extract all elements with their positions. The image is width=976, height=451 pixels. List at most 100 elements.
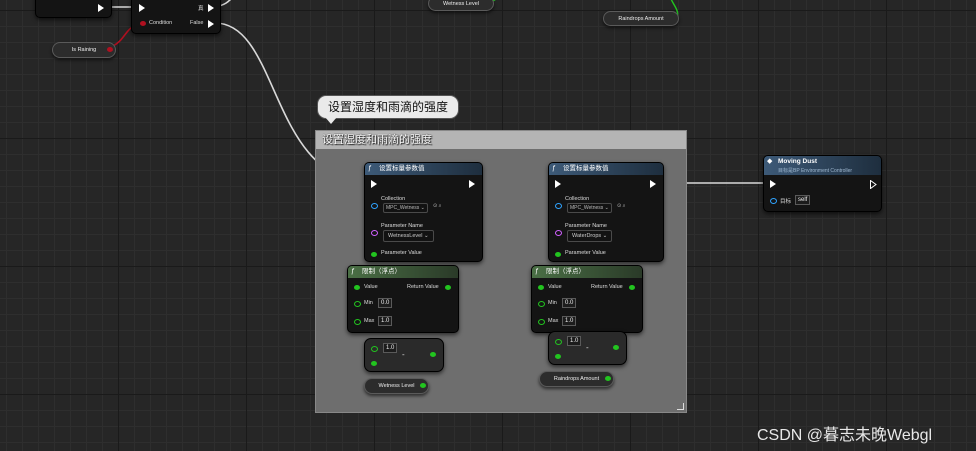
clamp1-return-pin[interactable] [445, 285, 451, 290]
function-icon: ƒ [535, 268, 539, 275]
raindrops-amount-label-top: Raindrops Amount [618, 16, 664, 22]
clamp1-return-label: Return Value [407, 284, 439, 290]
set1-param-name-value: WetnessLevel [388, 233, 423, 239]
wetness-level-pin[interactable] [420, 383, 426, 388]
false-label: False [190, 20, 204, 26]
comment-title[interactable]: 设置湿度和雨滴的强度 [316, 131, 686, 149]
set1-collection-browse-icon[interactable]: ⊙ ⌕ [433, 203, 441, 209]
is-raining-getter[interactable]: Is Raining [52, 42, 116, 58]
clamp2-max-label: Max [548, 318, 559, 324]
moving-dust-target-input[interactable]: self [795, 195, 811, 205]
set2-collection-value: MPC_Wetness [570, 205, 604, 211]
clamp1-min-input[interactable]: 0.0 [378, 298, 393, 308]
subtract2-a-input[interactable]: 1.0 [567, 336, 582, 346]
set1-collection-pin[interactable] [371, 203, 378, 209]
clamp1-value-pin[interactable] [354, 285, 360, 290]
clamp2-min-input[interactable]: 0.0 [562, 298, 577, 308]
clamp2-max-pin[interactable] [538, 319, 545, 325]
set-scalar-param-header-2: ƒ 设置标量参数值 [549, 163, 663, 175]
moving-dust-exec-out-pin[interactable] [870, 180, 877, 189]
set2-exec-in-pin[interactable] [555, 180, 561, 188]
subtract1-a-pin[interactable] [371, 346, 378, 352]
set1-param-value-pin[interactable] [371, 252, 377, 257]
raindrops-amount-pin[interactable] [605, 376, 611, 381]
branch-exec-in-pin[interactable] [139, 4, 145, 12]
clamp2-max-input[interactable]: 1.0 [562, 316, 577, 326]
raindrops-amount-getter-top[interactable]: Raindrops Amount [603, 11, 679, 26]
set-scalar-param-node-2[interactable]: ƒ 设置标量参数值 Collection MPC_Wetness ⌄ ⊙ ⌕ P… [548, 162, 664, 262]
subtract-node-2[interactable]: 1.0 - [548, 331, 627, 365]
set2-exec-out-pin[interactable] [650, 180, 656, 188]
set1-param-name-label: Parameter Name [381, 223, 423, 229]
set1-collection-select[interactable]: MPC_Wetness ⌄ [383, 203, 428, 213]
subtract1-out-pin[interactable] [430, 352, 436, 357]
set2-collection-pin[interactable] [555, 203, 562, 209]
moving-dust-target-pin[interactable] [770, 198, 777, 204]
condition-label: Condition [149, 20, 173, 26]
subtract1-a-input[interactable]: 1.0 [383, 343, 398, 353]
set-scalar-param-node-1[interactable]: ƒ 设置标量参数值 Collection MPC_Wetness ⌄ ⊙ ⌕ P… [364, 162, 483, 262]
set2-param-name-value: WaterDrops [572, 233, 602, 239]
clamp1-min-pin[interactable] [354, 301, 361, 307]
comment-bubble[interactable]: 设置湿度和雨滴的强度 [317, 95, 460, 119]
subtract2-op: - [586, 343, 589, 352]
true-exec-pin[interactable] [208, 4, 214, 12]
set2-collection-browse-icon[interactable]: ⊙ ⌕ [617, 203, 625, 209]
set2-collection-select[interactable]: MPC_Wetness ⌄ [567, 203, 612, 213]
function-icon: ƒ [351, 268, 355, 275]
set2-param-value-label: Parameter Value [565, 250, 606, 256]
subtract2-b-pin[interactable] [555, 354, 561, 359]
clamp1-max-pin[interactable] [354, 319, 361, 325]
moving-dust-exec-in-pin[interactable] [770, 180, 776, 188]
wetness-level-getter[interactable]: Wetness Level [364, 378, 429, 394]
condition-pin[interactable] [140, 21, 146, 26]
function-icon: ƒ [552, 165, 556, 172]
clamp-float-node-2[interactable]: ƒ 限制（浮点） Value Return Value Min 0.0 Max … [531, 265, 643, 333]
moving-dust-title: Moving Dust [778, 158, 817, 165]
comment-resize-handle[interactable] [677, 403, 684, 410]
set2-param-name-pin[interactable] [555, 230, 562, 236]
set-scalar-param-header-1: ƒ 设置标量参数值 [365, 163, 482, 175]
clamp1-max-label: Max [364, 318, 375, 324]
comment-bubble-tail [325, 117, 337, 124]
subtract1-op: - [402, 350, 405, 359]
wetness-level-label-top: Wetness Level [443, 1, 479, 7]
watermark: CSDN @暮志未晚Webgl [757, 427, 933, 444]
clamp-float-node-1[interactable]: ƒ 限制（浮点） Value Return Value Min 0.0 Max … [347, 265, 459, 333]
clamp2-min-pin[interactable] [538, 301, 545, 307]
set1-collection-value: MPC_Wetness [386, 205, 420, 211]
set-scalar-param-title-2: 设置标量参数值 [563, 165, 609, 172]
clamp2-min-label: Min [548, 300, 557, 306]
exec-out-pin[interactable] [98, 4, 104, 12]
clamp2-header: ƒ 限制（浮点） [532, 266, 642, 278]
clamp1-value-label: Value [364, 284, 378, 290]
subtract1-b-pin[interactable] [371, 361, 377, 366]
clamp2-title: 限制（浮点） [546, 268, 585, 275]
clamp2-value-label: Value [548, 284, 562, 290]
subtract-node-1[interactable]: 1.0 - [364, 338, 444, 372]
is-raining-pin[interactable] [107, 47, 113, 52]
clamp2-return-pin[interactable] [629, 285, 635, 290]
set2-param-name-select[interactable]: WaterDrops ⌄ [567, 230, 613, 242]
set1-param-name-pin[interactable] [371, 230, 378, 236]
false-exec-pin[interactable] [208, 20, 214, 28]
clamp1-max-input[interactable]: 1.0 [378, 316, 393, 326]
moving-dust-header: ◆ Moving Dust 目标是BP Environment Controll… [764, 156, 881, 175]
partial-exec-node[interactable] [35, 0, 112, 18]
moving-dust-target-label: 目标 [780, 199, 792, 205]
wetness-level-getter-top[interactable]: Wetness Level [428, 0, 494, 11]
clamp2-value-pin[interactable] [538, 285, 544, 290]
branch-node[interactable]: Condition 真 False [131, 0, 221, 34]
event-icon: ◆ [767, 158, 773, 165]
set1-exec-out-pin[interactable] [469, 180, 475, 188]
set2-param-value-pin[interactable] [555, 252, 561, 257]
raindrops-amount-label: Raindrops Amount [553, 376, 600, 382]
subtract2-a-pin[interactable] [555, 339, 562, 345]
set1-exec-in-pin[interactable] [371, 180, 377, 188]
set1-param-name-select[interactable]: WetnessLevel ⌄ [383, 230, 434, 242]
moving-dust-node[interactable]: ◆ Moving Dust 目标是BP Environment Controll… [763, 155, 882, 212]
clamp1-header: ƒ 限制（浮点） [348, 266, 458, 278]
raindrops-amount-getter[interactable]: Raindrops Amount [539, 371, 614, 387]
subtract2-out-pin[interactable] [613, 345, 619, 350]
set-scalar-param-title-1: 设置标量参数值 [379, 165, 425, 172]
